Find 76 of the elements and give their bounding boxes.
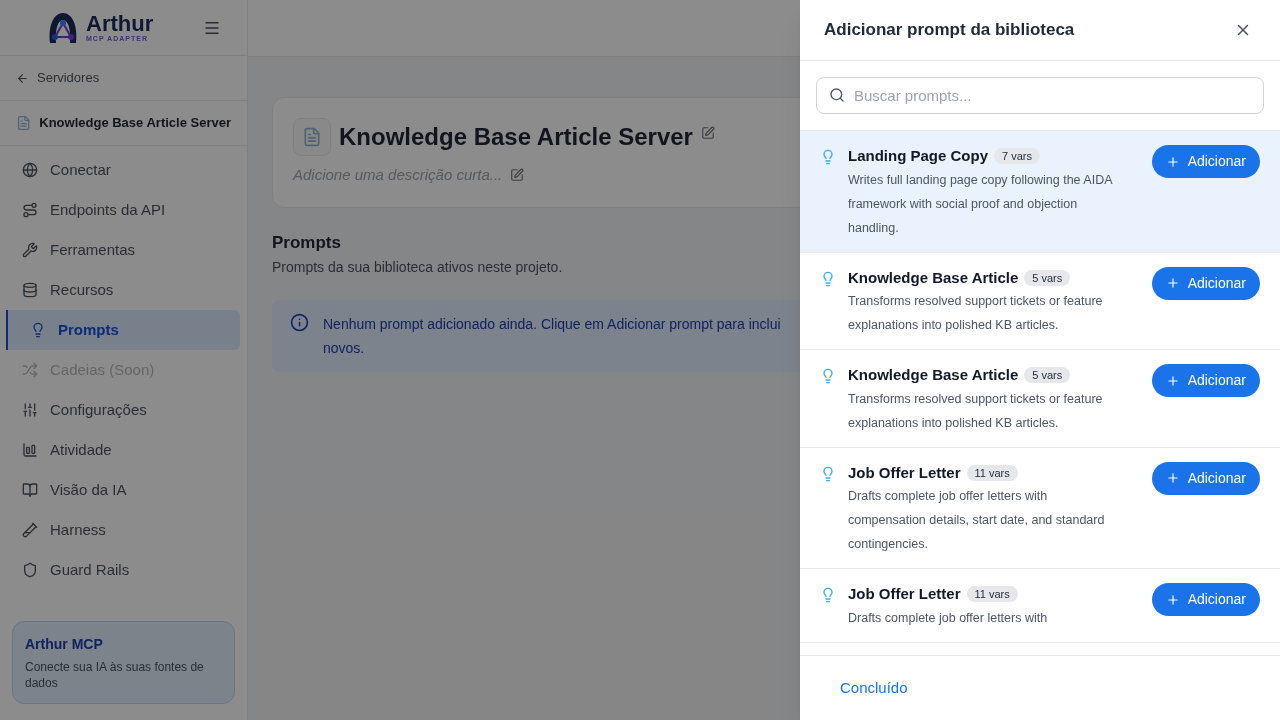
vars-badge: 7 vars: [994, 148, 1040, 165]
nav-item[interactable]: Visão da IA: [0, 470, 240, 510]
database-icon: [22, 282, 38, 298]
test-tube-icon: [22, 522, 38, 538]
nav-item[interactable]: Recursos: [0, 270, 240, 310]
edit-icon[interactable]: [510, 168, 525, 183]
plus-icon: [1165, 276, 1180, 290]
prompt-name: Knowledge Base Article: [848, 267, 1019, 288]
lightbulb-icon: [820, 587, 836, 603]
section-subtitle: Prompts da sua biblioteca ativos neste projeto.: [272, 258, 564, 277]
nav-item[interactable]: Atividade: [0, 430, 240, 470]
globe-icon: [22, 162, 38, 178]
prompt-row[interactable]: Job Offer Letter 11 vars Drafts complete job offer letters with compensation details, start date, and standard contingencies. Adicionar: [800, 447, 1280, 569]
info-text: Nenhum prompt adicionado ainda. Clique em Adicionar prompt para inclui: [323, 315, 781, 334]
plus-icon: [1165, 154, 1180, 169]
logo-name: Arthur: [86, 13, 154, 35]
plus-icon: [1165, 592, 1180, 607]
vars-badge: 5 vars: [1024, 367, 1071, 384]
server-name: Knowledge Base Article Server: [39, 114, 231, 133]
add-button[interactable]: Adicionar: [1151, 266, 1260, 300]
edit-icon[interactable]: [700, 126, 715, 140]
prompt-name: Job Offer Letter: [848, 462, 961, 483]
arrow-left-icon: [16, 71, 29, 85]
plus-icon: [1165, 373, 1180, 388]
prompt-row[interactable]: Job Offer Letter 11 vars Drafts complete job offer letters with Adicionar: [800, 569, 1280, 643]
vars-badge: 11 vars: [966, 464, 1018, 481]
book-icon: [22, 482, 38, 498]
info-text: novos.: [323, 339, 366, 358]
bar-chart-icon: [22, 442, 38, 458]
server-title: Knowledge Base Article Server: [339, 122, 693, 152]
vars-badge: 5 vars: [1024, 269, 1071, 286]
search-field[interactable]: Buscar prompts...: [816, 77, 1264, 114]
info-icon: [290, 313, 309, 332]
add-button[interactable]: Adicionar: [1151, 461, 1260, 495]
prompt-name: Landing Page Copy: [848, 146, 988, 166]
route-icon: [22, 202, 38, 218]
nav-item[interactable]: Prompts: [6, 310, 240, 350]
lightbulb-icon: [820, 149, 836, 165]
prompt-row[interactable]: Landing Page Copy 7 vars Writes full landing page copy following the AIDA framework with social proof and objection handling. Adicionar: [800, 131, 1280, 253]
back-link[interactable]: Servidores: [0, 56, 247, 101]
add-button[interactable]: Adicionar: [1151, 364, 1260, 397]
lightbulb-icon: [820, 368, 836, 384]
document-icon: [293, 118, 331, 156]
wrench-icon: [22, 242, 38, 258]
prompt-description: Drafts complete job offer letters with compensation details, start date, and standard contingencies.: [848, 488, 1106, 553]
plus-icon: [1165, 471, 1180, 485]
nav-item[interactable]: Harness: [0, 510, 240, 550]
prompt-name: Job Offer Letter: [848, 584, 961, 604]
prompt-description: Transforms resolved support tickets or feature explanations into polished KB articles.: [848, 293, 1104, 334]
nav-item[interactable]: Endpoints da API: [0, 190, 240, 230]
prompt-description: Transforms resolved support tickets or feature explanations into polished KB articles.: [848, 390, 1104, 432]
search-icon: [829, 87, 845, 103]
add-button[interactable]: Adicionar: [1151, 145, 1260, 178]
lightbulb-icon: [820, 270, 836, 287]
nav-item[interactable]: Conectar: [0, 150, 240, 190]
prompt-description: Writes full landing page copy following the AIDA framework with social proof and objection handling.: [848, 171, 1114, 237]
section-title: Prompts: [272, 231, 342, 254]
vars-badge: 11 vars: [966, 586, 1018, 603]
prompt-name: Knowledge Base Article: [848, 365, 1019, 385]
prompt-row[interactable]: Knowledge Base Article 5 vars Transforms resolved support tickets or feature explanations into polished KB articles. Adicionar: [800, 350, 1280, 448]
prompt-row[interactable]: Knowledge Base Article 5 vars Transforms resolved support tickets or feature explanations into polished KB articles. Adicionar: [800, 252, 1280, 350]
nav-item[interactable]: Configurações: [0, 390, 240, 430]
nav-item[interactable]: Guard Rails: [0, 550, 240, 590]
shield-icon: [22, 562, 38, 578]
nav-item[interactable]: Ferramentas: [0, 230, 240, 270]
add-button[interactable]: Adicionar: [1151, 583, 1260, 616]
prompt-description: Drafts complete job offer letters with: [848, 609, 1049, 627]
lightbulb-icon: [820, 465, 836, 482]
sliders-icon: [22, 402, 38, 418]
drawer-title: Adicionar prompt da biblioteca: [824, 19, 1075, 42]
shuffle-icon: [22, 362, 38, 378]
promo-text: Conecte sua IA às suas fontes de dados: [25, 659, 205, 691]
lightbulb-icon: [30, 322, 46, 338]
promo-title: Arthur MCP: [25, 635, 104, 654]
document-icon: [16, 115, 32, 131]
done-button[interactable]: Concluído: [840, 676, 908, 700]
